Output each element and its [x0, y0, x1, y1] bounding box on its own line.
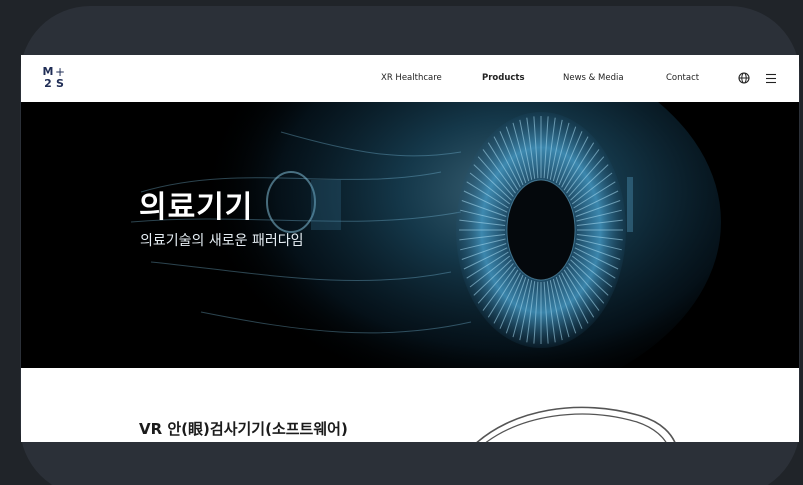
nav-item-contact[interactable]: Contact	[666, 55, 699, 102]
site-header: M + 2 S XR Healthcare Products News & Me…	[21, 55, 799, 102]
hamburger-menu-icon[interactable]	[765, 73, 777, 84]
globe-icon[interactable]	[738, 72, 750, 84]
site-logo[interactable]: M + 2 S	[42, 66, 66, 90]
logo-char: 2	[44, 77, 52, 90]
product-title: VR 안(眼)검사기기(소프트웨어)	[139, 420, 348, 438]
browser-viewport: M + 2 S XR Healthcare Products News & Me…	[21, 55, 799, 442]
hero-subtitle: 의료기술의 새로운 패러다임	[140, 233, 304, 249]
nav-item-news-media[interactable]: News & Media	[563, 55, 624, 102]
product-section: VR 안(眼)검사기기(소프트웨어)	[21, 368, 799, 442]
hero-banner: 의료기기 의료기술의 새로운 패러다임	[21, 102, 799, 368]
nav-item-products[interactable]: Products	[482, 55, 525, 102]
hero-title: 의료기기	[139, 190, 254, 225]
nav-item-xr-healthcare[interactable]: XR Healthcare	[381, 55, 442, 102]
vr-headset-illustration	[476, 406, 676, 442]
eye-illustration	[21, 102, 799, 368]
logo-char: S	[56, 77, 64, 90]
